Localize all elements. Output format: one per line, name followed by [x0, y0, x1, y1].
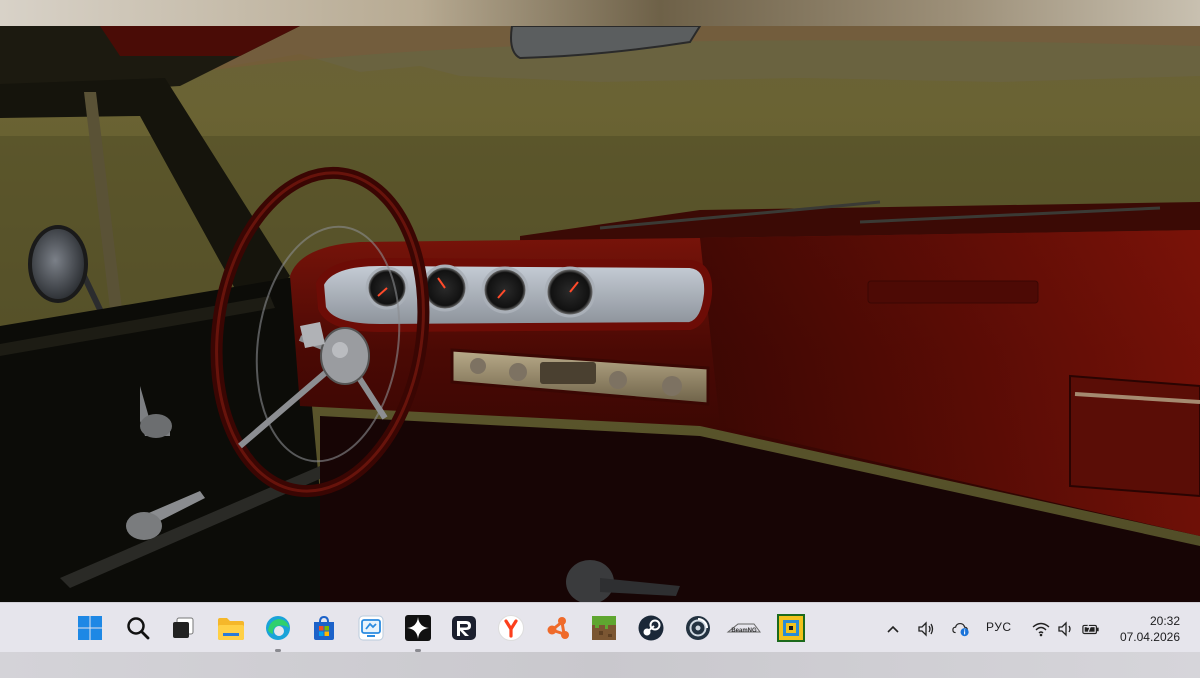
bottom-blur-strip [0, 652, 1200, 678]
minecraft-button[interactable] [588, 612, 620, 644]
sparkle-app-button[interactable] [402, 612, 434, 652]
steam-button[interactable] [635, 612, 667, 644]
game-viewport[interactable] [0, 26, 1200, 602]
car-interior-scene [0, 26, 1200, 602]
clock-time: 20:32 [1149, 614, 1180, 628]
clock-date: 07.04.2026 [1119, 630, 1180, 644]
disc-app-button[interactable] [682, 612, 714, 644]
share-nodes-icon [547, 617, 569, 639]
edge-button[interactable] [262, 612, 294, 652]
input-language[interactable]: РУС [986, 620, 1012, 634]
beamng-logo-icon: BeamNG [726, 623, 761, 634]
speaker-icon [1058, 621, 1071, 637]
battery-charging-icon [1082, 621, 1099, 635]
windows-logo-icon [78, 616, 102, 640]
store-button[interactable] [308, 612, 340, 644]
steam-icon [638, 615, 664, 641]
remote-app-button[interactable] [355, 612, 387, 644]
r-letter-icon [452, 616, 476, 640]
grass-block-icon [592, 616, 616, 640]
search-button[interactable] [122, 612, 154, 644]
folder-icon [218, 618, 244, 640]
search-icon [127, 617, 150, 640]
wifi-icon [1032, 622, 1050, 637]
disc-icon [686, 616, 710, 640]
yellow-game-button[interactable] [775, 612, 807, 644]
battery-tray-button[interactable] [1082, 620, 1100, 638]
cloud-info-icon [952, 623, 969, 637]
wifi-tray-button[interactable] [1032, 620, 1050, 638]
volume-tray-button-2[interactable] [1057, 620, 1075, 638]
remote-icon [358, 615, 384, 641]
task-view-icon [173, 617, 194, 638]
task-view-button[interactable] [167, 612, 199, 644]
top-blur-strip [0, 0, 1200, 26]
yandex-browser-button[interactable] [495, 612, 527, 644]
onedrive-tray-button[interactable] [952, 620, 970, 638]
speaker-icon [918, 621, 934, 637]
yandex-icon [498, 615, 524, 641]
file-explorer-button[interactable] [215, 612, 247, 644]
yellow-game-icon [777, 614, 805, 642]
show-hidden-icons-button[interactable] [884, 620, 902, 638]
sparkle-icon [405, 615, 431, 641]
store-icon [314, 615, 334, 640]
beamng-button[interactable]: BeamNG [726, 612, 762, 644]
start-button[interactable] [74, 612, 106, 644]
volume-tray-button[interactable] [917, 620, 935, 638]
system-clock[interactable]: 20:32 07.04.2026 [1120, 613, 1180, 645]
share-app-button[interactable] [542, 612, 574, 644]
edge-icon [266, 616, 290, 640]
chevron-up-icon [887, 625, 899, 633]
taskbar: BeamNG РУС 20:32 07.04.2026 [0, 602, 1200, 652]
svg-text:BeamNG: BeamNG [731, 628, 757, 634]
r-app-button[interactable] [448, 612, 480, 644]
